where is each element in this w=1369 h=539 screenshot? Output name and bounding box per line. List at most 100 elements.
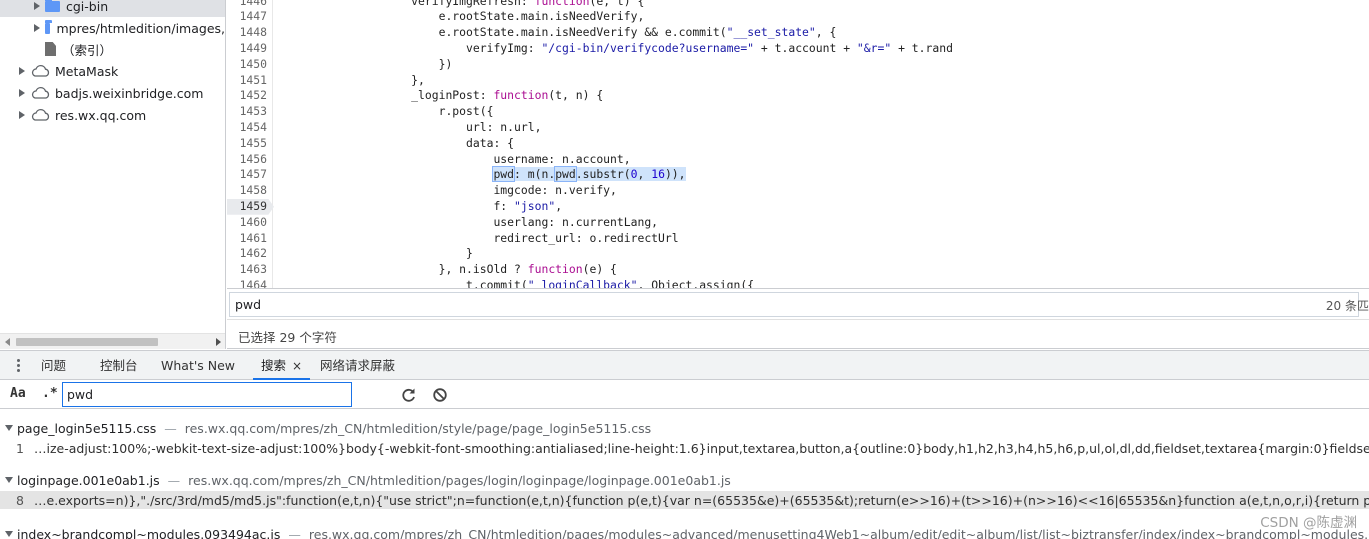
- tree-item-index[interactable]: （索引）: [0, 38, 225, 60]
- match-case-button[interactable]: Aa: [10, 386, 26, 401]
- result-line-number: 8: [16, 492, 24, 508]
- tree-item-mpres-images[interactable]: mpres/htmledition/images,: [0, 17, 225, 39]
- line-number[interactable]: 1460: [227, 215, 267, 231]
- line-number[interactable]: 1446: [227, 0, 267, 9]
- result-file-header[interactable]: loginpage.001e0ab1.js — res.wx.qq.com/mp…: [0, 470, 1369, 490]
- code-line[interactable]: 1459 f: "json",: [227, 198, 1369, 215]
- tree-item-res-wx[interactable]: res.wx.qq.com: [0, 104, 225, 126]
- tab-search[interactable]: 搜索 ×: [253, 351, 311, 381]
- code-line[interactable]: 1460 userlang: n.currentLang,: [227, 215, 1369, 231]
- expand-arrow-icon[interactable]: [19, 111, 25, 119]
- line-number[interactable]: 1452: [227, 88, 267, 104]
- tab-network-request-blocking[interactable]: 网络请求屏蔽: [320, 351, 395, 380]
- sidebar-horizontal-scrollbar[interactable]: [0, 333, 225, 349]
- result-file-header[interactable]: page_login5e5115.css — res.wx.qq.com/mpr…: [0, 418, 1369, 438]
- code-line[interactable]: 1447 e.rootState.main.isNeedVerify,: [227, 9, 1369, 25]
- line-number[interactable]: 1461: [227, 231, 267, 247]
- code-text: e.rootState.main.isNeedVerify,: [274, 9, 645, 24]
- code-text: pwd: m(n.pwd.substr(0, 16)),: [492, 166, 686, 183]
- code-line[interactable]: 1452 _loginPost: function(t, n) {: [227, 88, 1369, 104]
- tab-label: 控制台: [100, 358, 138, 373]
- scroll-right-icon[interactable]: [216, 338, 221, 346]
- line-number[interactable]: 1453: [227, 104, 267, 120]
- code-line[interactable]: 1454 url: n.url,: [227, 120, 1369, 136]
- scroll-left-icon[interactable]: [5, 338, 10, 346]
- more-tabs-menu-icon[interactable]: [12, 358, 24, 374]
- find-input[interactable]: [229, 292, 1359, 317]
- line-number[interactable]: 1464: [227, 278, 267, 288]
- code-text: verifyImg: "/cgi-bin/verifycode?username…: [274, 40, 953, 55]
- code-line[interactable]: 1461 redirect_url: o.redirectUrl: [227, 231, 1369, 247]
- code-line[interactable]: 1453 r.post({: [227, 104, 1369, 120]
- expand-arrow-icon[interactable]: [34, 24, 40, 32]
- result-file-name: loginpage.001e0ab1.js: [17, 472, 160, 488]
- line-number[interactable]: 1457: [227, 167, 267, 183]
- tree-item-cgi-bin[interactable]: cgi-bin: [0, 0, 225, 17]
- tab-console[interactable]: 控制台: [100, 351, 138, 380]
- line-number[interactable]: 1455: [227, 136, 267, 152]
- result-separator: —: [164, 420, 177, 436]
- expand-arrow-icon[interactable]: [19, 89, 25, 97]
- regex-button[interactable]: .*: [42, 386, 58, 401]
- line-number[interactable]: 1451: [227, 73, 267, 89]
- line-number[interactable]: 1463: [227, 262, 267, 278]
- result-file-name: index~brandcompl~modules.093494ac.js: [17, 526, 281, 539]
- code-line[interactable]: 1448 e.rootState.main.isNeedVerify && e.…: [227, 25, 1369, 41]
- tab-label: 网络请求屏蔽: [320, 358, 396, 373]
- clear-icon[interactable]: [431, 386, 449, 404]
- code-line[interactable]: 1463 }, n.isOld ? function(e) {: [227, 262, 1369, 278]
- find-bar: 20 条匹: [227, 288, 1369, 320]
- collapse-arrow-icon[interactable]: [5, 477, 13, 483]
- line-number[interactable]: 1454: [227, 120, 267, 136]
- line-number[interactable]: 1459: [227, 199, 267, 215]
- tree-item-badjs[interactable]: badjs.weixinbridge.com: [0, 82, 225, 104]
- scrollbar-thumb[interactable]: [16, 338, 158, 346]
- line-number[interactable]: 1450: [227, 57, 267, 73]
- tab-label: 问题: [41, 358, 67, 373]
- result-snippet: …e.exports=n)},"./src/3rd/md5/md5.js":fu…: [34, 492, 1369, 508]
- code-line[interactable]: 1456 username: n.account,: [227, 152, 1369, 168]
- code-line[interactable]: 1464 t.commit("_loginCallback", Object.a…: [227, 278, 1369, 288]
- code-text: userlang: n.currentLang,: [274, 214, 659, 229]
- line-number[interactable]: 1456: [227, 152, 267, 168]
- tab-whats-new[interactable]: What's New: [161, 351, 235, 380]
- code-line[interactable]: 1450 }): [227, 57, 1369, 73]
- line-number[interactable]: 1447: [227, 9, 267, 25]
- code-line[interactable]: 1462 }: [227, 246, 1369, 262]
- search-input[interactable]: [62, 382, 352, 407]
- result-file-path: res.wx.qq.com/mpres/zh_CN/htmledition/pa…: [308, 526, 1369, 539]
- code-text: redirect_url: o.redirectUrl: [274, 230, 679, 245]
- code-text: t.commit("_loginCallback", Object.assign…: [274, 277, 755, 288]
- line-number[interactable]: 1448: [227, 25, 267, 41]
- cloud-icon: [31, 65, 50, 77]
- tree-item-label: res.wx.qq.com: [55, 107, 147, 123]
- tab-label: What's New: [161, 358, 236, 373]
- expand-arrow-icon[interactable]: [34, 2, 40, 10]
- tree-item-metamask[interactable]: MetaMask: [0, 60, 225, 82]
- line-number[interactable]: 1462: [227, 246, 267, 262]
- code-line[interactable]: 1455 data: {: [227, 136, 1369, 152]
- line-number[interactable]: 1449: [227, 41, 267, 57]
- refresh-icon[interactable]: [400, 386, 418, 404]
- result-match-line[interactable]: 1 …ize-adjust:100%;-webkit-text-size-adj…: [0, 439, 1369, 457]
- collapse-arrow-icon[interactable]: [5, 425, 13, 431]
- code-line[interactable]: 1451 },: [227, 73, 1369, 89]
- code-editor[interactable]: 1446 verifyImgRefresh: function(e, t) {1…: [227, 0, 1369, 288]
- folder-icon: [45, 19, 53, 34]
- selection-status: 已选择 29 个字符: [238, 330, 337, 345]
- code-line[interactable]: 1449 verifyImg: "/cgi-bin/verifycode?use…: [227, 41, 1369, 57]
- line-number[interactable]: 1458: [227, 183, 267, 199]
- expand-arrow-icon[interactable]: [19, 67, 25, 75]
- code-line[interactable]: 1457 pwd: m(n.pwd.substr(0, 16)),: [227, 166, 1369, 183]
- result-match-line[interactable]: 8 …e.exports=n)},"./src/3rd/md5/md5.js":…: [0, 491, 1369, 509]
- watermark: CSDN @陈虚渊: [1260, 515, 1357, 531]
- search-results: page_login5e5115.css — res.wx.qq.com/mpr…: [0, 410, 1369, 539]
- tab-issues[interactable]: 问题: [41, 351, 66, 380]
- close-tab-icon[interactable]: ×: [292, 352, 302, 381]
- code-line[interactable]: 1446 verifyImgRefresh: function(e, t) {: [227, 0, 1369, 9]
- code-line[interactable]: 1458 imgcode: n.verify,: [227, 183, 1369, 199]
- collapse-arrow-icon[interactable]: [5, 531, 13, 537]
- code-text: r.post({: [274, 104, 494, 119]
- cloud-icon: [31, 87, 50, 99]
- result-file-header[interactable]: index~brandcompl~modules.093494ac.js — r…: [0, 524, 1369, 539]
